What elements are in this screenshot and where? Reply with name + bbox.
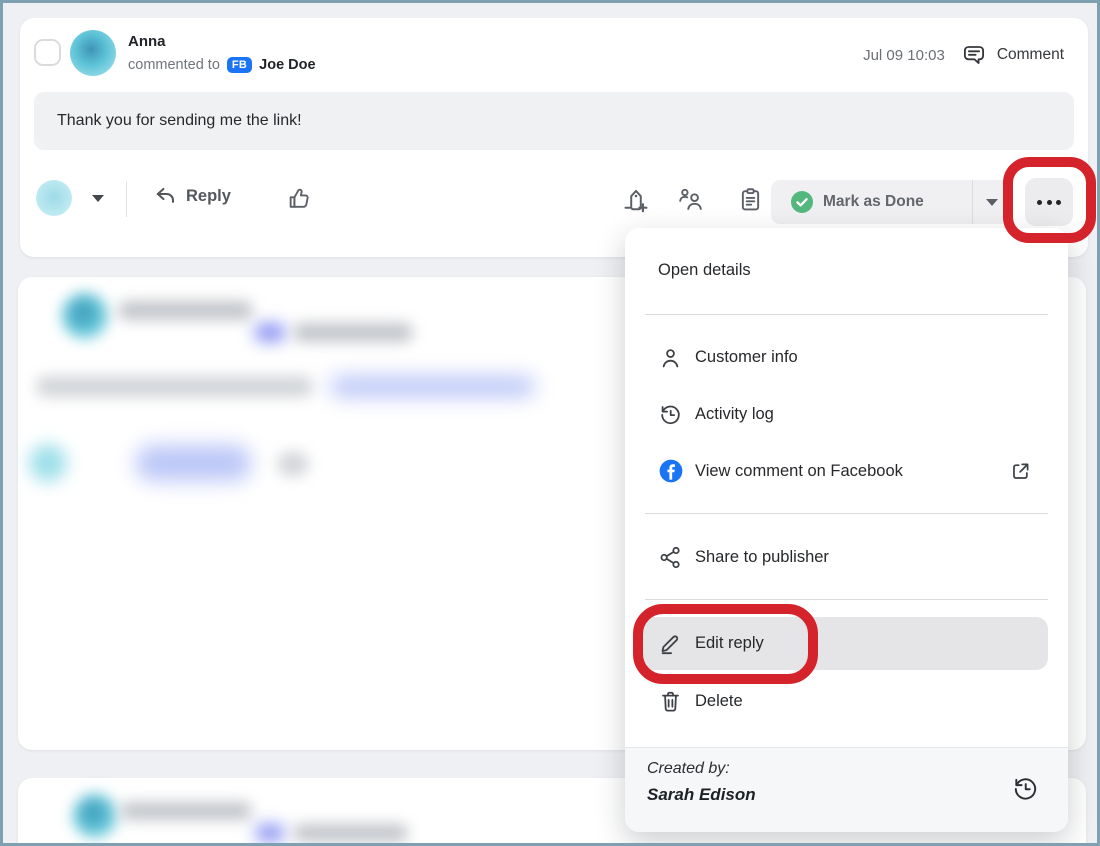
blurred-avatar: [28, 443, 68, 483]
menu-item-label: Customer info: [695, 348, 798, 367]
created-by-label: Created by:: [647, 760, 730, 778]
trash-icon: [658, 689, 684, 714]
history-icon[interactable]: [1011, 774, 1040, 803]
share-icon: [658, 545, 684, 570]
pencil-icon: [658, 631, 684, 656]
blurred-text: [36, 376, 313, 397]
tag-plus-icon: [622, 186, 650, 214]
mark-as-done-label: Mark as Done: [823, 193, 924, 211]
check-circle-icon: [790, 190, 814, 214]
reply-button[interactable]: Reply: [153, 184, 231, 209]
blurred-badge: [255, 824, 285, 842]
blurred-avatar: [62, 293, 108, 339]
external-link-icon: [1009, 460, 1032, 483]
menu-item-label: Open details: [658, 261, 751, 280]
notes-button[interactable]: [737, 186, 764, 213]
toolbar-divider: [126, 182, 127, 217]
context-menu: Open details Customer info Activity log: [625, 228, 1068, 832]
thumbs-up-icon: [287, 186, 312, 211]
app-viewport: Anna commented to FB Joe Doe Jul 09 10:0…: [0, 0, 1100, 846]
blurred-link: [330, 376, 535, 397]
menu-item-label: Delete: [695, 692, 743, 711]
blurred-button: [136, 445, 251, 481]
recipient-name: Joe Doe: [259, 57, 315, 73]
speech-bubble-icon: [961, 42, 987, 68]
blurred-avatar: [73, 794, 117, 838]
like-button[interactable]: [287, 186, 312, 211]
menu-item-delete[interactable]: Delete: [625, 675, 1068, 728]
user-icon: [658, 345, 684, 370]
blurred-text: [118, 301, 253, 320]
menu-item-edit-reply[interactable]: Edit reply: [625, 617, 1068, 670]
blurred-text: [293, 824, 408, 842]
menu-item-activity-log[interactable]: Activity log: [625, 386, 1068, 442]
menu-item-label: View comment on Facebook: [695, 462, 903, 481]
more-button[interactable]: [1025, 178, 1073, 226]
menu-item-label: Share to publisher: [695, 548, 829, 567]
ellipsis-icon: [1037, 200, 1042, 205]
reply-arrow-icon: [153, 184, 178, 209]
blurred-badge: [254, 323, 286, 342]
users-icon: [677, 186, 704, 213]
mark-as-done-dropdown-caret[interactable]: [973, 180, 1011, 224]
comment-toolbar: Reply: [20, 176, 1088, 228]
menu-item-open-details[interactable]: Open details: [625, 248, 1068, 292]
blurred-text: [120, 802, 252, 820]
menu-divider: [645, 314, 1048, 315]
author-avatar: [70, 30, 116, 76]
menu-footer: Created by: Sarah Edison: [625, 747, 1068, 832]
author-name: Anna: [128, 33, 166, 50]
menu-item-label: Activity log: [695, 405, 774, 424]
comment-card: Anna commented to FB Joe Doe Jul 09 10:0…: [20, 18, 1088, 257]
reply-as-dropdown-caret[interactable]: [92, 195, 104, 202]
mark-as-done-button[interactable]: Mark as Done: [771, 190, 972, 214]
history-icon: [658, 402, 684, 427]
menu-item-view-on-facebook[interactable]: View comment on Facebook: [625, 443, 1068, 499]
reply-as-avatar[interactable]: [36, 180, 72, 216]
menu-divider: [645, 513, 1048, 514]
clipboard-icon: [737, 186, 764, 213]
comment-message: Thank you for sending me the link!: [57, 112, 302, 130]
menu-item-customer-info[interactable]: Customer info: [625, 329, 1068, 385]
timestamp: Jul 09 10:03: [863, 47, 945, 64]
byline-action: commented to: [128, 57, 220, 73]
add-tag-button[interactable]: [622, 186, 650, 214]
menu-item-label: Edit reply: [695, 634, 764, 653]
comment-type-label: Comment: [997, 46, 1064, 64]
menu-divider: [645, 599, 1048, 600]
byline: commented to FB Joe Doe: [128, 57, 316, 73]
facebook-icon: [658, 458, 684, 484]
select-comment-checkbox[interactable]: [34, 39, 61, 66]
menu-item-share-to-publisher[interactable]: Share to publisher: [625, 529, 1068, 585]
reply-button-label: Reply: [186, 187, 231, 206]
facebook-network-badge: FB: [227, 57, 252, 73]
comment-meta: Jul 09 10:03 Comment: [863, 42, 1064, 68]
assign-user-button[interactable]: [677, 186, 704, 213]
blurred-icon: [278, 452, 308, 476]
mark-as-done-split-button: Mark as Done: [771, 180, 1011, 224]
creator-name: Sarah Edison: [647, 785, 756, 805]
comment-bubble: Thank you for sending me the link!: [34, 92, 1074, 150]
blurred-text: [293, 323, 413, 342]
